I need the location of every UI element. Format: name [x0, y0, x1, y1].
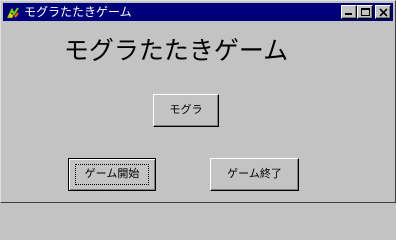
title-bar[interactable]: モグラたたきゲーム [3, 3, 393, 21]
minimize-button[interactable] [341, 5, 357, 19]
close-icon [379, 8, 388, 17]
page-title: モグラたたきゲーム [63, 36, 289, 65]
close-button[interactable] [375, 5, 391, 19]
maximize-button[interactable] [357, 5, 373, 19]
app-window: モグラたたきゲーム モグラたたきゲーム モグラ ゲーム開始 ゲーム終了 [0, 0, 396, 203]
window-title: モグラたたきゲーム [24, 5, 132, 19]
start-game-button[interactable]: ゲーム開始 [68, 158, 156, 191]
title-controls [341, 5, 391, 19]
start-game-label: ゲーム開始 [74, 164, 150, 185]
minimize-icon [345, 13, 352, 15]
maximize-icon [361, 8, 370, 16]
mole-button[interactable]: モグラ [153, 94, 219, 127]
app-icon[interactable] [6, 5, 20, 20]
end-game-button[interactable]: ゲーム終了 [210, 158, 299, 191]
